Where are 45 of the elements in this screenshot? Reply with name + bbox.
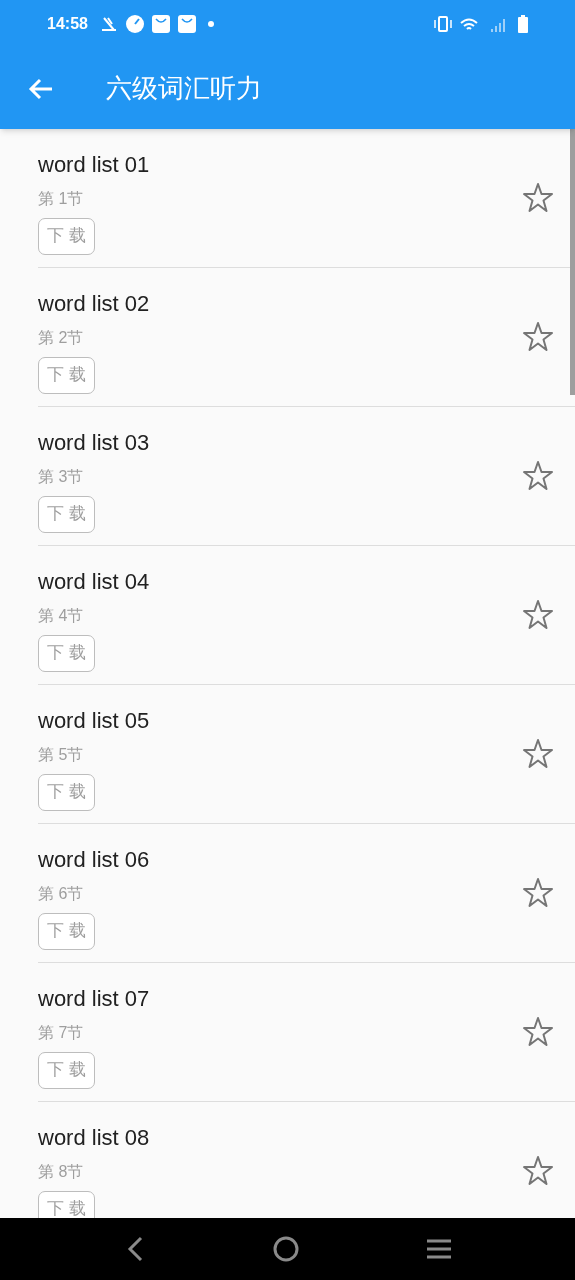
download-button[interactable]: 下 载 — [38, 495, 95, 533]
download-button[interactable]: 下 载 — [38, 1190, 95, 1218]
menu-icon[interactable] — [424, 1237, 453, 1261]
item-subtitle: 第 6节 — [38, 883, 84, 904]
signal-icon — [490, 16, 506, 32]
wifi-icon — [460, 16, 478, 32]
star-icon[interactable] — [522, 460, 554, 492]
star-icon[interactable] — [522, 1155, 554, 1187]
download-button[interactable]: 下 载 — [38, 773, 95, 811]
item-title: word list 05 — [38, 706, 150, 735]
star-icon[interactable] — [522, 738, 554, 770]
download-button[interactable]: 下 载 — [38, 634, 95, 672]
star-icon[interactable] — [522, 599, 554, 631]
item-subtitle: 第 4节 — [38, 605, 84, 626]
download-button[interactable]: 下 载 — [38, 912, 95, 950]
back-icon[interactable] — [28, 77, 54, 100]
item-subtitle: 第 7节 — [38, 1022, 84, 1043]
gauge-icon — [125, 15, 144, 33]
item-subtitle: 第 3节 — [38, 466, 84, 487]
item-title: word list 04 — [38, 567, 150, 596]
item-title: word list 06 — [38, 845, 150, 874]
item-title: word list 03 — [38, 428, 150, 457]
download-button[interactable]: 下 载 — [38, 1051, 95, 1089]
item-title: word list 01 — [38, 150, 150, 179]
status-time: 14:58 — [47, 14, 88, 34]
item-subtitle: 第 1节 — [38, 188, 84, 209]
item-subtitle: 第 8节 — [38, 1161, 84, 1182]
home-nav-icon[interactable] — [271, 1235, 300, 1263]
download-button[interactable]: 下 载 — [38, 356, 95, 394]
item-subtitle: 第 5节 — [38, 744, 84, 765]
dot-icon — [207, 21, 214, 27]
star-icon[interactable] — [522, 321, 554, 353]
star-icon[interactable] — [522, 1016, 554, 1048]
star-icon[interactable] — [522, 877, 554, 909]
download-button[interactable]: 下 载 — [38, 217, 95, 255]
item-title: word list 08 — [38, 1123, 150, 1152]
shopping-bag-icon — [177, 15, 196, 33]
battery-icon — [518, 15, 528, 33]
star-icon[interactable] — [522, 182, 554, 214]
item-title: word list 02 — [38, 289, 150, 318]
vibrate-icon — [434, 16, 452, 32]
app-bar-title: 六级词汇听力 — [106, 72, 262, 105]
shopping-bag-icon — [151, 15, 170, 33]
item-title: word list 07 — [38, 984, 150, 1013]
item-subtitle: 第 2节 — [38, 327, 84, 348]
